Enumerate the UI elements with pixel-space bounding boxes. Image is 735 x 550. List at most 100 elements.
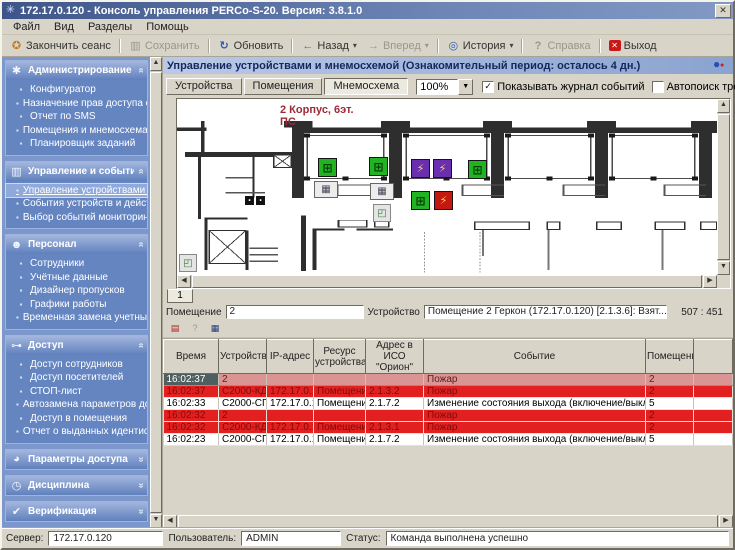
scroll-down-icon[interactable]: ▼	[717, 261, 730, 275]
chevron-icon[interactable]: »	[136, 482, 147, 488]
toolbar-button[interactable]: ◎История▾	[442, 38, 519, 53]
table-horizontal-scrollbar[interactable]: ◀ ▶	[163, 515, 733, 528]
sidebar-item[interactable]: ▪Помещения и мнемосхема	[6, 124, 147, 138]
sidebar-item[interactable]: ▪Сотрудники	[6, 257, 147, 271]
zoom-select[interactable]: 100% ▼	[416, 79, 473, 95]
plan-vertical-scrollbar[interactable]: ▲ ▼	[717, 99, 730, 275]
tab-устройства[interactable]: Устройства	[166, 78, 242, 95]
table-row[interactable]: 16:02:32С2000-КДЛ172.17.0.120Помещение 2…	[164, 422, 733, 434]
device-icon-purple-alarm[interactable]	[433, 159, 452, 178]
menu-item[interactable]: Разделы	[81, 21, 139, 33]
toolbar-button[interactable]: ←Назад▾	[296, 39, 362, 53]
scroll-down-icon[interactable]: ▼	[150, 514, 162, 528]
column-header[interactable]: Устройство	[219, 340, 267, 374]
menu-item[interactable]: Файл	[6, 21, 47, 33]
chevron-icon[interactable]: »	[136, 508, 147, 514]
menu-item[interactable]: Вид	[47, 21, 81, 33]
tab-мнемосхема[interactable]: Мнемосхема	[324, 78, 408, 95]
chevron-down-icon[interactable]: ▾	[353, 41, 357, 50]
column-header[interactable]: Ресурс устройства	[314, 340, 366, 374]
column-header[interactable]: Адрес в ИСО "Орион"	[366, 340, 424, 374]
help-icon[interactable]: ?	[186, 321, 204, 336]
table-row[interactable]: 16:02:372Пожар2	[164, 374, 733, 386]
toolbar-button[interactable]: ↻Обновить	[213, 38, 289, 53]
chevron-icon[interactable]: »	[136, 168, 147, 174]
plan-page-tab[interactable]: 1	[167, 289, 193, 303]
scroll-right-icon[interactable]: ▶	[703, 275, 717, 288]
sidebar-section-header[interactable]: ✱Администрирование»	[6, 61, 147, 80]
chevron-down-icon[interactable]: ▼	[458, 79, 473, 95]
sidebar-item[interactable]: ▪Выбор событий мониторинга	[6, 211, 147, 225]
sidebar-item[interactable]: ▪Отчет о выданных идентиф...	[6, 425, 147, 439]
sidebar-section-header[interactable]: ◕Параметры доступа»	[6, 450, 147, 469]
sidebar-section-header[interactable]: ◷Дисциплина»	[6, 476, 147, 495]
sidebar-item[interactable]: ▪Доступ посетителей	[6, 371, 147, 385]
sidebar-section-header[interactable]: ☻Персонал»	[6, 235, 147, 254]
device-icon-green-detector[interactable]	[369, 157, 388, 176]
device-icon-white-door[interactable]	[179, 254, 197, 272]
device-icon-tiny-black[interactable]	[256, 196, 265, 205]
sidebar-item[interactable]: ▪Дизайнер пропусков	[6, 284, 147, 298]
table-row[interactable]: 16:02:33С2000-СП1172.17.0.120Помещение 2…	[164, 398, 733, 410]
scrollbar-thumb[interactable]	[150, 72, 162, 513]
device-icon-purple-alarm[interactable]	[411, 159, 430, 178]
checkbox-option[interactable]: Автопоиск тревожного устройства	[652, 81, 735, 93]
floor-plan[interactable]: 2 Корпус, 6эт. ПС	[177, 99, 717, 275]
sidebar-item[interactable]: ▪Временная замена учетных ...	[6, 311, 147, 325]
plan-horizontal-scrollbar[interactable]: ◀ ▶	[177, 275, 717, 288]
scroll-up-icon[interactable]: ▲	[717, 99, 730, 113]
device-icon-tiny-black[interactable]	[245, 196, 254, 205]
toolbar-button[interactable]: ✕Выход	[604, 39, 662, 53]
tab-помещения[interactable]: Помещения	[244, 78, 323, 95]
sidebar-item[interactable]: ▪Отчет по SMS	[6, 110, 147, 124]
sidebar-section-header[interactable]: ✔Верификация»	[6, 502, 147, 521]
table-header-row[interactable]: ВремяУстройствоIP-адресРесурс устройства…	[164, 340, 733, 374]
close-icon[interactable]: ✕	[715, 4, 731, 18]
scrollbar-thumb[interactable]	[178, 515, 718, 528]
table-row[interactable]: 16:02:23С2000-СП1172.17.0.120Помещение 2…	[164, 434, 733, 446]
sidebar-scrollbar[interactable]: ▲ ▼	[150, 57, 162, 528]
scroll-up-icon[interactable]: ▲	[150, 57, 162, 71]
event-table[interactable]: ВремяУстройствоIP-адресРесурс устройства…	[163, 339, 733, 446]
scroll-right-icon[interactable]: ▶	[719, 515, 733, 528]
sidebar-item[interactable]: ▪СТОП-лист	[6, 385, 147, 399]
sidebar-item[interactable]: ▪Графики работы	[6, 298, 147, 312]
device-icon-green-detector[interactable]	[468, 160, 487, 179]
sidebar-item[interactable]: ▪Конфигуратор	[6, 83, 147, 97]
device-icon-grey-panel[interactable]	[370, 183, 394, 200]
sidebar-item[interactable]: ▪Управление устройствами и...	[6, 184, 147, 198]
toolbar-button[interactable]: ✪Закончить сеанс	[5, 38, 116, 53]
chevron-icon[interactable]: »	[136, 456, 147, 462]
chevron-icon[interactable]: »	[136, 242, 147, 248]
scrollbar-thumb[interactable]	[717, 114, 730, 260]
column-header[interactable]: IP-адрес	[267, 340, 314, 374]
sidebar-item[interactable]: ▪Назначение прав доступа о...	[6, 97, 147, 111]
device-icon-green-detector[interactable]	[318, 158, 337, 177]
sidebar-item[interactable]: ▪События устройств и дейст...	[6, 197, 147, 211]
sidebar-item[interactable]: ▪Автозамена параметров до...	[6, 398, 147, 412]
column-header[interactable]: Время	[164, 340, 219, 374]
sidebar-item[interactable]: ▪Доступ в помещения	[6, 412, 147, 426]
sidebar-item[interactable]: ▪Доступ сотрудников	[6, 358, 147, 372]
sidebar-item[interactable]: ▪Учётные данные	[6, 271, 147, 285]
sidebar-item[interactable]: ▪Планировщик заданий	[6, 137, 147, 151]
chevron-icon[interactable]: »	[136, 342, 147, 348]
sidebar-section-header[interactable]: ▥Управление и события»	[6, 162, 147, 181]
scrollbar-thumb[interactable]	[192, 275, 702, 288]
chevron-down-icon[interactable]: ▾	[509, 41, 513, 50]
device-icon-grey-panel[interactable]	[314, 181, 338, 198]
chevron-down-icon[interactable]: ▾	[425, 41, 429, 50]
column-header[interactable]: Помещение	[646, 340, 694, 374]
chevron-icon[interactable]: »	[136, 68, 147, 74]
checkbox-icon[interactable]	[652, 81, 664, 93]
scroll-left-icon[interactable]: ◀	[177, 275, 191, 288]
table-row[interactable]: 16:02:37С2000-КДЛ172.17.0.120Помещение 2…	[164, 386, 733, 398]
device-icon-red-relay[interactable]	[434, 191, 453, 210]
table-row[interactable]: 16:02:322Пожар2	[164, 410, 733, 422]
checkbox-checked-icon[interactable]: ✓	[482, 81, 494, 93]
scroll-left-icon[interactable]: ◀	[163, 515, 177, 528]
device-icon-white-door[interactable]	[373, 204, 391, 222]
export-icon[interactable]: ▤	[166, 321, 184, 336]
save-icon[interactable]: ▦	[206, 321, 224, 336]
device-icon-green-detector[interactable]	[411, 191, 430, 210]
